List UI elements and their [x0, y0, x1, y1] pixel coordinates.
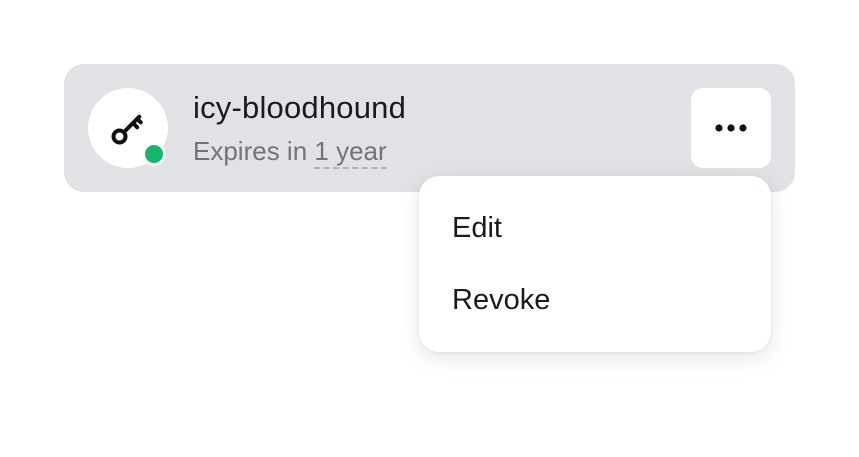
stage: icy-bloodhound Expires in 1 year Edit Re… — [0, 0, 859, 457]
more-horizontal-icon — [715, 124, 747, 132]
key-name: icy-bloodhound — [193, 90, 407, 125]
menu-item-edit[interactable]: Edit — [452, 208, 502, 248]
menu-item-revoke[interactable]: Revoke — [452, 280, 550, 320]
api-key-card: icy-bloodhound Expires in 1 year — [64, 64, 795, 192]
expiry-duration[interactable]: 1 year — [314, 136, 387, 169]
options-menu: Edit Revoke — [419, 176, 771, 352]
expiry-prefix: Expires in — [193, 136, 315, 166]
key-icon — [111, 114, 143, 145]
more-options-button[interactable] — [691, 88, 771, 168]
key-expiry: Expires in 1 year — [193, 134, 387, 169]
status-indicator — [142, 142, 166, 166]
